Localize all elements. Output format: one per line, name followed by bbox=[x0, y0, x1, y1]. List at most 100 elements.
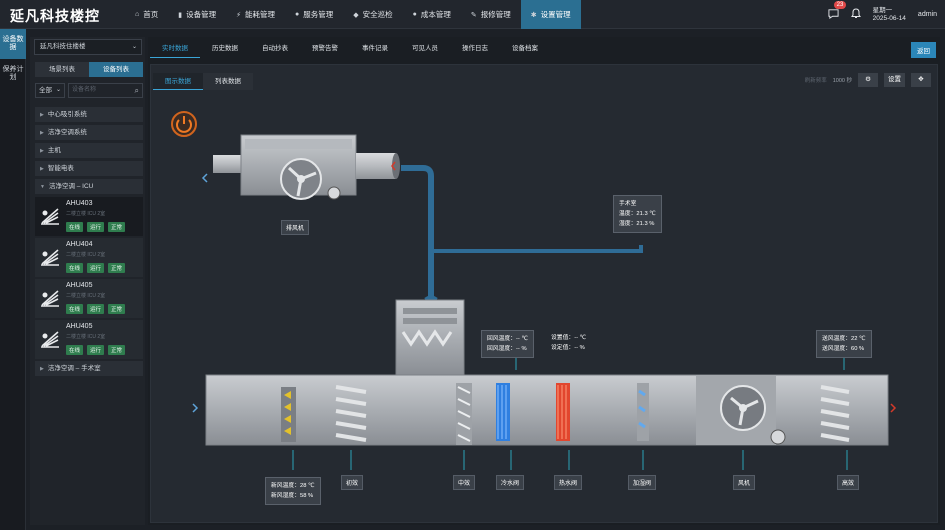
caret-right-icon: ▶ bbox=[40, 112, 44, 118]
nav-cost-management[interactable]: ● 成本管理 bbox=[403, 0, 461, 29]
username: admin bbox=[917, 11, 937, 18]
side-tabs: 场景列表 设备列表 bbox=[35, 62, 143, 77]
supply-air-humidity: 送风湿度：60 % bbox=[822, 346, 865, 352]
status-badge-normal: 正常 bbox=[108, 222, 126, 232]
settings-icon: ✱ bbox=[530, 11, 537, 19]
app-root: 延凡科技楼控 ⌂ 首页 ▮ 设备管理 ⚡ 能耗管理 ● 服务管理 ◆ 安全巡检 ● 成本管理… bbox=[0, 0, 945, 530]
nav-safety-inspection[interactable]: ◆ 安全巡检 bbox=[343, 0, 402, 29]
group-label: 洁净空调 – 手术室 bbox=[47, 365, 101, 372]
ahu-device-icon bbox=[41, 249, 59, 266]
return-duct bbox=[401, 165, 434, 301]
search-icon[interactable]: ⌕ bbox=[135, 84, 139, 97]
move-icon[interactable]: ✥ bbox=[911, 73, 931, 87]
back-button[interactable]: 返回 bbox=[911, 42, 936, 58]
ahu-device-icon bbox=[41, 290, 59, 307]
tab-visible-persons[interactable]: 可见人员 bbox=[400, 40, 450, 58]
nav-home[interactable]: ⌂ 首页 bbox=[125, 0, 168, 29]
date-text: 2025-06-14 bbox=[872, 14, 906, 22]
component-label-fan: 风机 bbox=[733, 475, 756, 490]
nav-label: 首页 bbox=[143, 10, 159, 19]
tab-event-log[interactable]: 事件记录 bbox=[350, 40, 400, 58]
shield-icon: ◆ bbox=[353, 11, 359, 19]
building-select[interactable]: 延凡科技住楼楼 ⌄ bbox=[34, 39, 142, 55]
tree-group[interactable]: ▶ 洁净空调系统 bbox=[35, 125, 143, 140]
tree-group-expanded[interactable]: ▼ 洁净空调 – ICU bbox=[35, 179, 143, 194]
building-value: 延凡科技住楼楼 bbox=[40, 43, 86, 50]
status-badge-online: 在线 bbox=[66, 263, 84, 273]
nav-device-management[interactable]: ▮ 设备管理 bbox=[168, 0, 226, 29]
tree-group[interactable]: ▶ 洁净空调 – 手术室 bbox=[35, 361, 143, 376]
return-air-readout: 回风温度：-- ℃ 回风湿度：-- % bbox=[481, 330, 534, 358]
component-label-medium-filter: 中效 bbox=[453, 475, 476, 490]
tab-scene-list[interactable]: 场景列表 bbox=[35, 62, 89, 77]
caret-right-icon: ▶ bbox=[40, 130, 44, 136]
ahu-diagram bbox=[171, 111, 897, 470]
refresh-value[interactable]: 1000 秒 bbox=[833, 76, 852, 84]
arrow-right-icon bbox=[890, 403, 897, 413]
device-location: 二楼立楼 ICU 2室 bbox=[66, 211, 106, 217]
device-item[interactable]: AHU404 二楼立楼 ICU 2室 在线 运行 正常 bbox=[35, 238, 143, 277]
notice-count-badge: 23 bbox=[833, 0, 847, 9]
power-button-icon[interactable] bbox=[171, 111, 197, 137]
nav-label: 报修管理 bbox=[480, 10, 511, 19]
status-badge-normal: 正常 bbox=[108, 345, 126, 355]
room-title: 手术室 bbox=[619, 201, 637, 207]
coin-icon: ● bbox=[412, 11, 417, 18]
search-placeholder: 设备名称 bbox=[72, 87, 97, 93]
tree-group[interactable]: ▶ 智能电表 bbox=[35, 161, 143, 176]
tab-alarms[interactable]: 预警告警 bbox=[300, 40, 350, 58]
tab-history-data[interactable]: 历史数据 bbox=[200, 40, 250, 58]
tab-device-archive[interactable]: 设备档案 bbox=[500, 40, 550, 58]
tab-realtime-data[interactable]: 实时数据 bbox=[150, 40, 200, 58]
group-label: 洁净空调 – ICU bbox=[48, 183, 94, 190]
tab-operation-log[interactable]: 操作日志 bbox=[450, 40, 500, 58]
person-icon: ● bbox=[295, 11, 300, 18]
device-icon: ▮ bbox=[178, 11, 183, 19]
nav-label: 能耗管理 bbox=[245, 10, 276, 19]
refresh-label: 刷新频率 bbox=[804, 78, 827, 84]
nav-settings-management[interactable]: ✱ 设置管理 bbox=[520, 0, 581, 29]
status-filter-select[interactable]: 全部 ⌄ bbox=[35, 83, 65, 98]
nav-repair-management[interactable]: ✎ 报修管理 bbox=[461, 0, 521, 29]
rail-maintenance-plan[interactable]: 保养计划 bbox=[0, 59, 26, 89]
status-badge-running: 运行 bbox=[87, 263, 105, 273]
caret-right-icon: ▶ bbox=[40, 148, 44, 154]
settings-button[interactable]: 设置 bbox=[884, 73, 905, 87]
status-badge-online: 在线 bbox=[66, 222, 84, 232]
caret-right-icon: ▶ bbox=[40, 166, 44, 172]
nav-service-management[interactable]: ● 服务管理 bbox=[285, 0, 343, 29]
status-badge-running: 运行 bbox=[87, 304, 105, 314]
ahu-device-icon bbox=[41, 208, 59, 225]
device-item[interactable]: AHU405 二楼立楼 ICU 2室 在线 运行 正常 bbox=[35, 320, 143, 359]
device-location: 二楼立楼 ICU 2室 bbox=[66, 252, 106, 258]
energy-icon: ⚡ bbox=[236, 11, 242, 19]
caret-down-icon: ▼ bbox=[40, 184, 45, 190]
device-search-input[interactable]: 设备名称 ⌕ bbox=[68, 83, 143, 98]
rail-device-data[interactable]: 设备数据 bbox=[0, 29, 26, 59]
component-label-hepa-filter: 高效 bbox=[837, 475, 860, 490]
device-item[interactable]: AHU403 二楼立楼 ICU 2室 在线 运行 正常 bbox=[35, 197, 143, 236]
app-title: 延凡科技楼控 bbox=[10, 8, 100, 24]
device-side-panel: 延凡科技住楼楼 ⌄ 场景列表 设备列表 全部 ⌄ 设备名称 ⌕ ▶ 中心吸引系统 ▶ 洁净… bbox=[30, 37, 145, 525]
status-badge-online: 在线 bbox=[66, 304, 84, 314]
gear-icon[interactable]: ⚙ bbox=[858, 73, 878, 87]
notification-button[interactable] bbox=[850, 6, 861, 24]
view-tabs: 图示数据 列表数据 bbox=[153, 73, 253, 90]
nav-energy-management[interactable]: ⚡ 能耗管理 bbox=[226, 0, 285, 29]
nav-label: 服务管理 bbox=[303, 10, 334, 19]
tab-auto-meter-reading[interactable]: 自动抄表 bbox=[250, 40, 300, 58]
component-label-cold-water-valve: 冷水阀 bbox=[496, 475, 525, 490]
device-item[interactable]: AHU405 二楼立楼 ICU 2室 在线 运行 正常 bbox=[35, 279, 143, 318]
tree-group[interactable]: ▶ 主机 bbox=[35, 143, 143, 158]
home-icon: ⌂ bbox=[135, 11, 140, 18]
tab-diagram-view[interactable]: 图示数据 bbox=[153, 73, 203, 90]
header-right: 23 星期一 2025-06-14 admin bbox=[828, 0, 937, 29]
tree-group[interactable]: ▶ 中心吸引系统 bbox=[35, 107, 143, 122]
nav-label: 设备管理 bbox=[186, 10, 217, 19]
device-location: 二楼立楼 ICU 2室 bbox=[66, 334, 106, 340]
message-button[interactable]: 23 bbox=[828, 0, 847, 22]
tab-device-list[interactable]: 设备列表 bbox=[89, 62, 143, 77]
tab-list-view[interactable]: 列表数据 bbox=[203, 73, 253, 90]
user-menu[interactable]: admin bbox=[918, 11, 937, 18]
chevron-down-icon: ⌄ bbox=[55, 87, 61, 93]
